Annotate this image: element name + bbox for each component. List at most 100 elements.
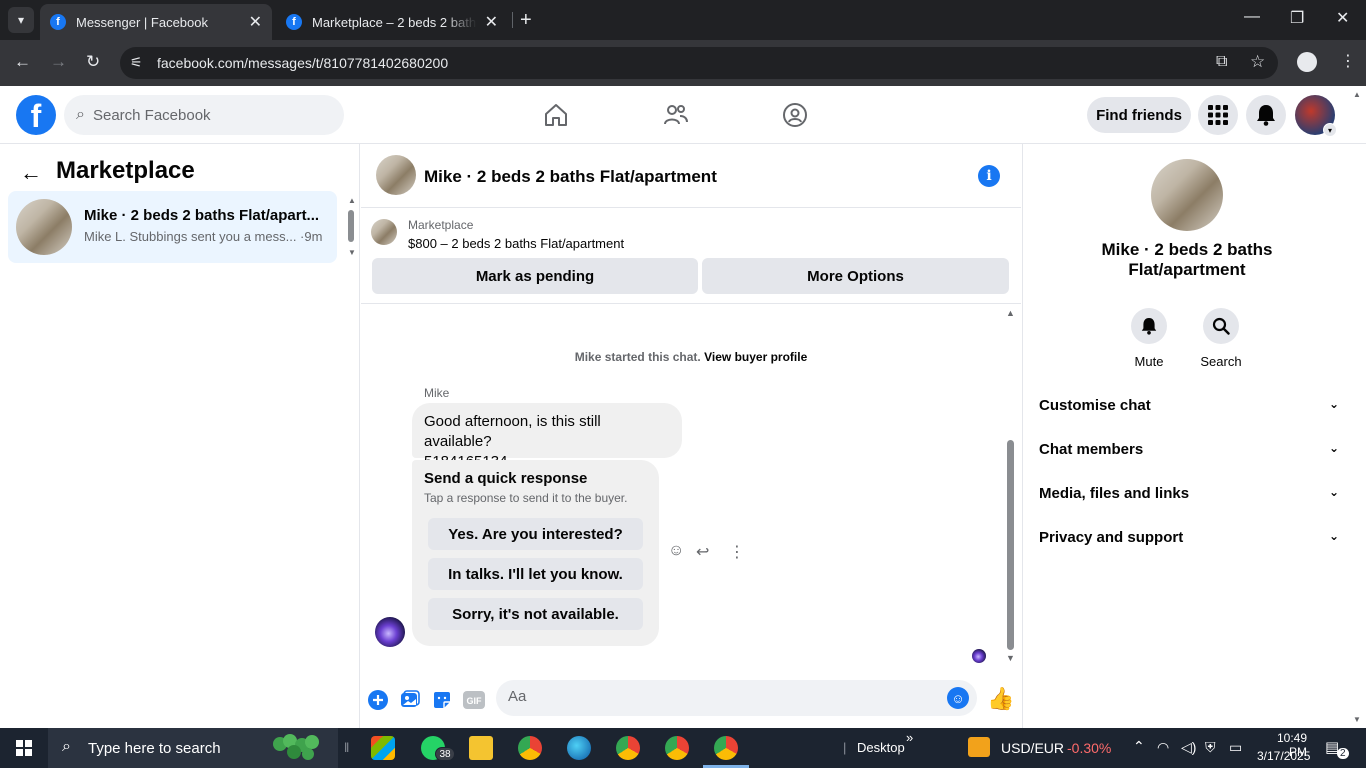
scroll-thumb[interactable] (348, 210, 354, 242)
edge-app-icon[interactable] (567, 736, 591, 760)
more-plus-icon[interactable] (367, 689, 389, 711)
account-avatar[interactable]: ▾ (1295, 95, 1337, 137)
clock-date[interactable]: 3/17/2025 (1257, 749, 1310, 763)
quick-reply-not-available-button[interactable]: Sorry, it's not available. (428, 598, 643, 630)
scroll-up-icon[interactable]: ▲ (1353, 90, 1361, 99)
browser-toolbar: ← → ↻ ⚟ facebook.com/messages/t/81077814… (0, 40, 1366, 86)
view-buyer-profile-link[interactable]: View buyer profile (704, 350, 807, 364)
message-bubble[interactable]: Good afternoon, is this still available?… (412, 403, 682, 470)
new-tab-icon[interactable]: + (520, 9, 532, 31)
facebook-logo-icon[interactable]: f (16, 95, 56, 135)
friends-icon[interactable] (663, 102, 689, 128)
back-icon[interactable]: ← (14, 52, 31, 72)
chrome-app-icon[interactable] (665, 736, 689, 760)
address-bar[interactable]: ⚟ facebook.com/messages/t/81077814026802… (120, 47, 1278, 79)
search-conversation-button[interactable]: Search (1191, 308, 1251, 369)
security-icon[interactable]: ⛨ (1205, 739, 1216, 756)
stock-widget-icon[interactable] (968, 737, 990, 757)
desktop-toolbar-label[interactable]: Desktop (857, 740, 905, 755)
battery-icon[interactable]: ▭ (1229, 739, 1242, 756)
marketplace-inbox: ← Marketplace Mike · 2 beds 2 baths Flat… (0, 144, 360, 728)
mute-button[interactable]: Mute (1119, 308, 1179, 369)
seen-indicator-avatar (972, 649, 986, 663)
home-icon[interactable] (543, 102, 569, 128)
scroll-down-icon[interactable]: ▼ (1006, 653, 1015, 663)
quick-reply-in-talks-button[interactable]: In talks. I'll let you know. (428, 558, 643, 590)
show-hidden-icons-icon[interactable]: ⌃ (1133, 738, 1145, 755)
forward-icon[interactable]: → (50, 52, 67, 72)
toolbar-expand-icon[interactable]: » (906, 730, 913, 745)
reply-icon[interactable]: ↩ (696, 542, 709, 562)
more-options-button[interactable]: More Options (702, 258, 1009, 294)
listing-thumbnail[interactable] (376, 155, 416, 195)
sticker-icon[interactable] (431, 689, 453, 711)
browser-profile-icon[interactable] (1297, 52, 1317, 72)
store-app-icon[interactable] (371, 736, 395, 760)
section-label: Customise chat (1039, 397, 1151, 414)
back-arrow-icon[interactable]: ← (20, 160, 42, 186)
windows-start-icon[interactable] (16, 740, 32, 756)
chat-title[interactable]: Mike · 2 beds 2 baths Flat/apartment (424, 167, 717, 187)
wifi-icon[interactable]: ◠ (1157, 739, 1169, 756)
tab-messenger[interactable]: f Messenger | Facebook ✕ (40, 4, 272, 40)
chat-header: Mike · 2 beds 2 baths Flat/apartment i (361, 144, 1021, 208)
menu-grid-button[interactable] (1198, 95, 1238, 135)
photo-icon[interactable] (399, 689, 421, 711)
chrome-app-icon[interactable] (518, 736, 542, 760)
listing-avatar-large[interactable] (1151, 159, 1223, 231)
notifications-button[interactable] (1246, 95, 1286, 135)
customise-chat-section[interactable]: Customise chat ⌄ (1039, 397, 1339, 421)
currency-pair[interactable]: USD/EUR (1001, 740, 1064, 756)
more-actions-icon[interactable]: ⋮ (729, 542, 745, 562)
scroll-up-icon[interactable]: ▲ (1006, 308, 1015, 318)
url-text[interactable]: facebook.com/messages/t/8107781402680200 (157, 55, 448, 71)
reload-icon[interactable]: ↻ (86, 52, 100, 72)
thumbs-up-icon[interactable]: 👍 (987, 686, 1014, 712)
bookmark-star-icon[interactable]: ☆ (1250, 52, 1265, 72)
find-friends-button[interactable]: Find friends (1087, 97, 1191, 133)
scroll-down-icon[interactable]: ▼ (348, 248, 356, 257)
inbox-scrollbar[interactable]: ▲ ▼ (346, 196, 356, 258)
restore-icon[interactable]: ❐ (1290, 8, 1304, 28)
notification-count: 2 (1337, 748, 1349, 759)
scroll-up-icon[interactable]: ▲ (348, 196, 356, 205)
facebook-search[interactable]: ⌕ (64, 95, 344, 135)
emoji-icon[interactable]: ☺ (947, 687, 969, 709)
chat-members-section[interactable]: Chat members ⌄ (1039, 441, 1339, 465)
facebook-search-input[interactable] (92, 106, 313, 124)
message-input[interactable] (508, 688, 928, 705)
mute-label: Mute (1134, 354, 1164, 369)
chevron-down-icon: ▾ (1323, 123, 1337, 137)
tab-marketplace[interactable]: f Marketplace – 2 beds 2 baths Fl ✕ (276, 4, 508, 40)
listing-thumbnail-small[interactable] (371, 219, 397, 245)
message-input-wrap[interactable]: ☺ (496, 680, 977, 716)
marketplace-label: Marketplace (408, 218, 474, 232)
file-explorer-icon[interactable] (469, 736, 493, 760)
close-tab-icon[interactable]: ✕ (485, 12, 498, 32)
tab-search-dropdown-icon[interactable]: ▾ (8, 7, 34, 33)
sender-avatar[interactable] (375, 617, 405, 647)
media-files-links-section[interactable]: Media, files and links ⌄ (1039, 485, 1339, 509)
facebook-favicon-icon: f (50, 14, 66, 30)
listing-title[interactable]: $800 – 2 beds 2 baths Flat/apartment (408, 236, 624, 251)
groups-icon[interactable] (782, 102, 808, 128)
scroll-down-icon[interactable]: ▼ (1353, 715, 1361, 724)
browser-menu-icon[interactable]: ⋮ (1340, 51, 1356, 71)
volume-icon[interactable]: ◁) (1181, 739, 1196, 756)
close-tab-icon[interactable]: ✕ (249, 12, 262, 32)
scroll-thumb[interactable] (1007, 440, 1014, 650)
site-info-icon[interactable]: ⚟ (130, 54, 143, 71)
window-close-icon[interactable]: ✕ (1336, 8, 1349, 28)
chrome-app-icon[interactable] (616, 736, 640, 760)
install-app-icon[interactable]: ⧉ (1216, 53, 1227, 71)
gif-icon[interactable]: GIF (463, 689, 485, 711)
react-emoji-icon[interactable]: ☺ (668, 542, 684, 560)
conversation-item[interactable]: Mike · 2 beds 2 baths Flat/apart... Mike… (8, 191, 337, 263)
mark-as-pending-button[interactable]: Mark as pending (372, 258, 698, 294)
chrome-app-icon-active[interactable] (714, 736, 738, 760)
minimize-icon[interactable]: — (1244, 8, 1260, 26)
privacy-support-section[interactable]: Privacy and support ⌄ (1039, 529, 1339, 553)
info-icon[interactable]: i (978, 165, 1000, 187)
currency-change[interactable]: -0.30% (1067, 740, 1111, 756)
quick-reply-yes-button[interactable]: Yes. Are you interested? (428, 518, 643, 550)
